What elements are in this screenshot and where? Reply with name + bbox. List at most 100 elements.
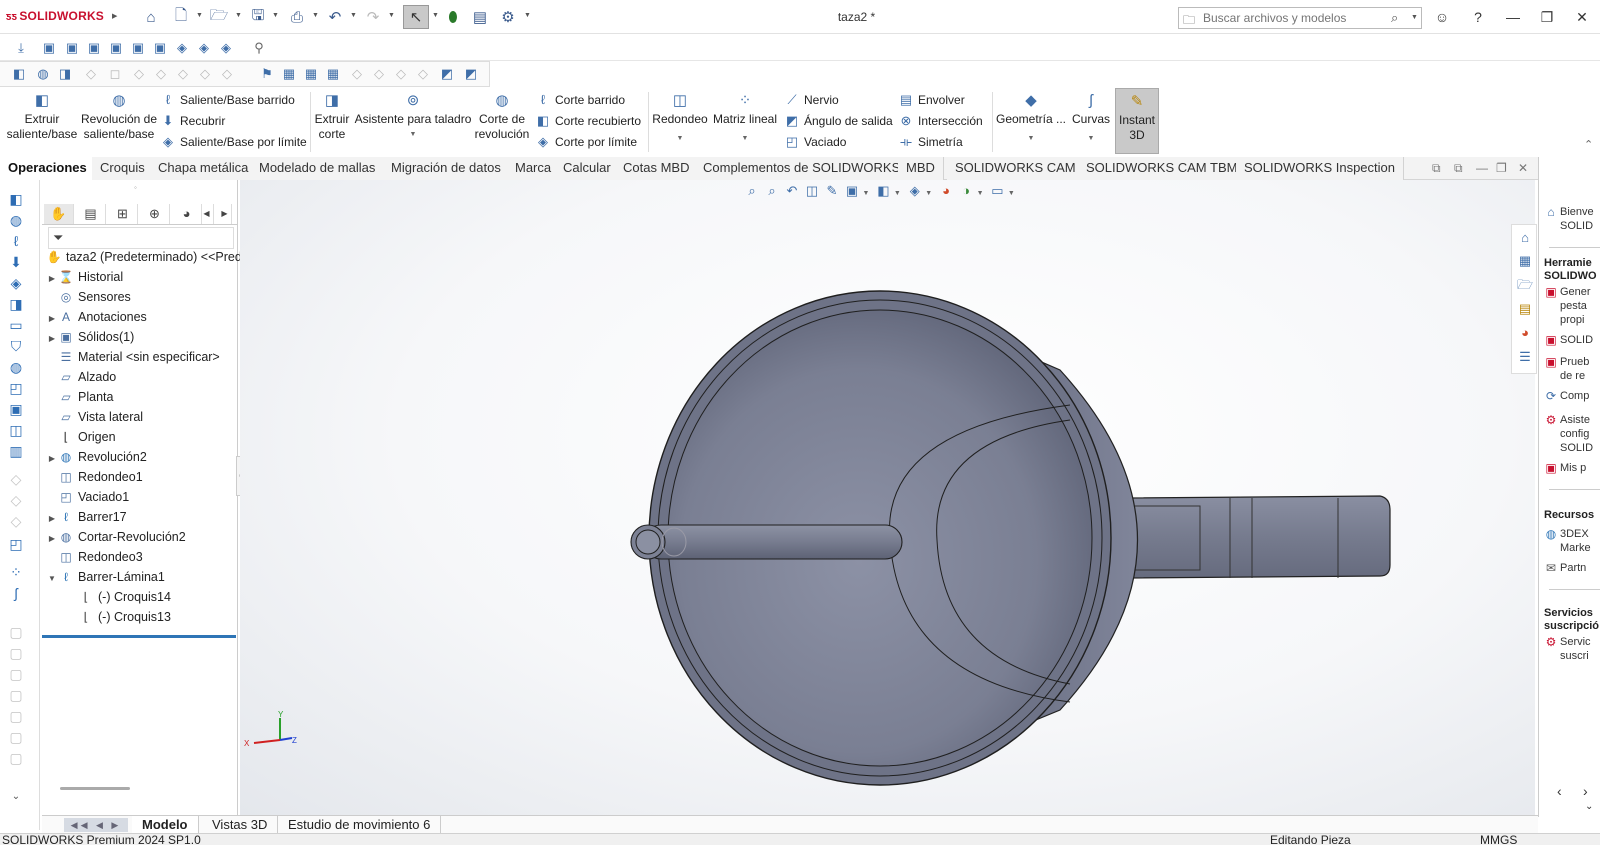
tree-item-alzado[interactable]: ▱ Alzado — [46, 368, 116, 387]
resource-link[interactable]: ◍ 3DEX Marke — [1542, 527, 1591, 555]
chevron-down-icon[interactable]: ▼ — [350, 12, 357, 19]
tab-solidworks-cam[interactable]: SOLIDWORKS CAM — [947, 157, 1085, 180]
disabled-tool-icon[interactable]: ◇ — [392, 65, 410, 83]
tree-item-vaciado1[interactable]: ◰ Vaciado1 — [46, 488, 129, 507]
revolved-cut-button[interactable]: ◍ Corte de revolución — [474, 88, 530, 154]
disabled-tool-icon[interactable]: ◇ — [130, 65, 148, 83]
shell-button[interactable]: ◰ Vaciado — [784, 132, 847, 152]
file-properties-icon[interactable]: ▤ — [470, 7, 490, 27]
home-icon[interactable]: ⌂ — [141, 7, 161, 27]
hole-tool-icon[interactable]: ▭ — [6, 316, 26, 334]
search-box[interactable]: 🗀 ⌕ ▼ — [1178, 7, 1422, 29]
revolve-tool-icon[interactable]: ◍ — [6, 211, 26, 229]
tree-item-croquis14[interactable]: ⌊ (-) Croquis14 — [66, 588, 171, 607]
mug-model[interactable] — [240, 180, 1535, 815]
tree-item-revolucion2[interactable]: ▶ ◍ Revolución2 — [46, 448, 147, 467]
disabled-tool-icon[interactable]: ◇ — [174, 65, 192, 83]
tab-cotas-mbd[interactable]: Cotas MBD — [615, 157, 699, 180]
tab-vistas-3d[interactable]: Vistas 3D — [202, 816, 279, 834]
tab-solidworks-inspection[interactable]: SOLIDWORKS Inspection — [1236, 157, 1404, 180]
chevron-right-icon[interactable]: ▶ — [112, 12, 117, 20]
mirror-button[interactable]: ⟛ Simetría — [898, 132, 963, 152]
expand-arrow-icon[interactable]: ▶ — [46, 509, 58, 528]
zoom-area-icon[interactable]: ⌕ — [762, 181, 782, 201]
tab-solidworks-cam-tbm[interactable]: SOLIDWORKS CAM TBM — [1078, 157, 1247, 180]
collapse-ribbon-icon[interactable]: ⌃ — [1584, 138, 1593, 151]
appearance-icon[interactable]: ◕ — [936, 181, 956, 201]
tool-icon[interactable]: ⚑ — [258, 65, 276, 83]
welcome-link[interactable]: ⌂ Bienve SOLID — [1542, 205, 1593, 233]
select-cursor-icon[interactable]: ↖ — [403, 5, 429, 29]
disabled-tool-icon[interactable]: ◇ — [348, 65, 366, 83]
scene-icon[interactable]: ◑ — [956, 181, 976, 201]
chevron-left-icon[interactable]: ‹ — [1557, 783, 1562, 799]
search-icon[interactable]: ⌕ — [1391, 10, 1398, 26]
rib-button[interactable]: ⟋ Nervio — [784, 90, 838, 110]
tree-filter[interactable]: ⏷ — [48, 227, 234, 249]
chevron-down-icon[interactable]: ⌄ — [6, 788, 26, 806]
chevron-down-icon[interactable]: ▼ — [1070, 131, 1112, 146]
cut-small-icon[interactable]: ◨ — [56, 65, 74, 83]
doc-close-button[interactable]: ✕ — [1518, 161, 1528, 175]
task-pane-home-icon[interactable]: ⌂ — [1515, 228, 1535, 248]
tree-item-croquis13[interactable]: ⌊ (-) Croquis13 — [66, 608, 171, 627]
tool-icon[interactable]: ▦ — [280, 65, 298, 83]
print-icon[interactable]: ⎙ — [287, 7, 307, 27]
revolved-cut-tool-icon[interactable]: ⛉ — [6, 337, 26, 355]
tool-icon[interactable]: ▦ — [302, 65, 320, 83]
tree-item-barrer17[interactable]: ▶ ℓ Barrer17 — [46, 508, 127, 527]
disabled-tool-icon[interactable]: ◇ — [414, 65, 432, 83]
chevron-down-icon[interactable]: ▼ — [925, 184, 933, 204]
trimetric-icon[interactable]: ◈ — [195, 39, 213, 57]
tool-icon[interactable]: ▦ — [324, 65, 342, 83]
tool-icon[interactable]: ◩ — [462, 65, 480, 83]
chevron-down-icon[interactable]: ▼ — [354, 127, 472, 142]
minimize-button[interactable]: — — [1501, 6, 1525, 28]
appearances-icon[interactable]: ◕ — [1515, 323, 1535, 343]
extruded-cut-button[interactable]: ◨ Extruir corte — [312, 88, 352, 154]
linear-pattern-button[interactable]: ⁘ Matriz lineal ▼ — [712, 88, 778, 154]
chevron-right-icon[interactable]: › — [1583, 783, 1588, 799]
tool-link[interactable]: ⟳ Comp — [1542, 389, 1589, 403]
chevron-down-icon[interactable]: ▼ — [1007, 184, 1015, 204]
disabled-tool-icon[interactable]: ▢ — [6, 707, 26, 725]
chevron-down-icon[interactable]: ▼ — [196, 12, 203, 19]
tool-icon[interactable]: ◩ — [438, 65, 456, 83]
extrude-small-icon[interactable]: ◧ — [10, 65, 28, 83]
swept-cut-button[interactable]: ℓ Corte barrido — [535, 90, 625, 110]
expand-arrow-icon[interactable]: ▶ — [46, 329, 58, 348]
disabled-tool-icon[interactable]: ▢ — [6, 728, 26, 746]
view-palette-icon[interactable]: ▤ — [1515, 299, 1535, 319]
expand-arrow-icon[interactable]: ▶ — [46, 529, 58, 548]
isometric-icon[interactable]: ◈ — [173, 39, 191, 57]
revolve-small-icon[interactable]: ◍ — [34, 65, 52, 83]
pattern-tool-icon[interactable]: ▥ — [6, 442, 26, 460]
view-settings-icon[interactable]: ▭ — [987, 181, 1007, 201]
tree-item-redondeo3[interactable]: ◫ Redondeo3 — [46, 548, 142, 567]
tool-link[interactable]: ▣ SOLID — [1542, 333, 1593, 347]
previous-view-icon[interactable]: ↶ — [782, 181, 802, 201]
disabled-tool-icon[interactable]: ▢ — [6, 623, 26, 641]
display-style-icon[interactable]: ◧ — [873, 181, 893, 201]
chevron-down-icon[interactable]: ▼ — [712, 131, 778, 146]
disabled-tool-icon[interactable]: ◇ — [152, 65, 170, 83]
lofted-cut-button[interactable]: ◧ Corte recubierto — [535, 111, 641, 131]
tab-marca[interactable]: Marca — [507, 157, 561, 180]
configuration-manager-tab-icon[interactable]: ⊞ — [108, 204, 138, 224]
shell-tool-icon[interactable]: ◰ — [6, 535, 26, 553]
tree-item-historial[interactable]: ▶ ⌛ Historial — [46, 268, 123, 287]
tree-item-vista-lateral[interactable]: ▱ Vista lateral — [46, 408, 143, 427]
disabled-tool-icon[interactable]: ◇ — [82, 65, 100, 83]
view-top-icon[interactable]: ▣ — [129, 39, 147, 57]
chevron-right-icon[interactable]: ▶ — [218, 204, 232, 224]
disabled-tool-icon[interactable]: ◇ — [6, 470, 26, 488]
lofted-cut-tool-icon[interactable]: ◰ — [6, 379, 26, 397]
extrude-tool-icon[interactable]: ◧ — [6, 190, 26, 208]
horizontal-scrollbar[interactable] — [60, 787, 130, 790]
boundary-cut-tool-icon[interactable]: ▣ — [6, 400, 26, 418]
revolve-boss-button[interactable]: ◍ Revolución de saliente/base — [80, 88, 158, 154]
property-manager-tab-icon[interactable]: ▤ — [76, 204, 106, 224]
tool-link[interactable]: ▣ Prueb de re — [1542, 355, 1589, 383]
chevron-down-icon[interactable]: ▼ — [994, 131, 1068, 146]
chevron-down-icon[interactable]: ▼ — [432, 12, 439, 19]
